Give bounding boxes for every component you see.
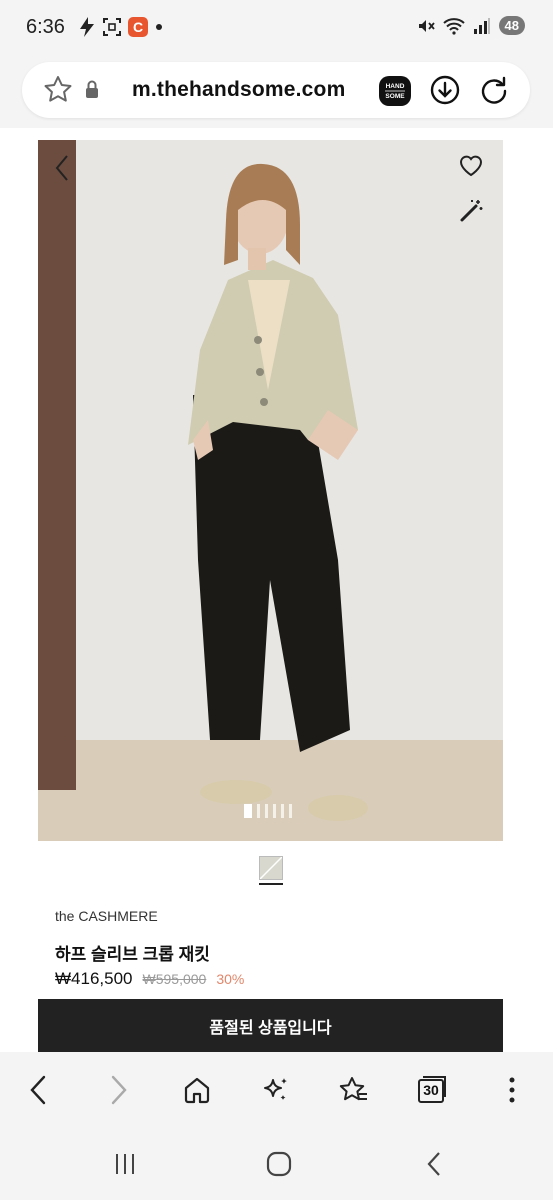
battery-icon: 48 [498, 16, 525, 35]
product-name: 하프 슬리브 크롭 재킷 [55, 945, 210, 964]
pagination-dot[interactable] [289, 804, 292, 818]
svg-text:SOME: SOME [385, 93, 405, 100]
android-nav-bar [0, 1126, 553, 1200]
nav-back-button[interactable] [414, 1148, 454, 1180]
screenshot-icon [103, 18, 121, 36]
chevron-right-icon [111, 1075, 127, 1105]
tabs-button[interactable]: 30 [414, 1072, 450, 1108]
flash-icon [80, 17, 94, 37]
lock-icon [84, 80, 100, 100]
tabs-count: 30 [423, 1082, 439, 1098]
c-app-icon: C [128, 17, 148, 37]
status-right-icons: 48 [417, 16, 525, 35]
status-time: 6:36 [26, 16, 65, 38]
brand-name[interactable]: the CASHMERE [55, 908, 158, 924]
more-vertical-icon [509, 1077, 515, 1103]
nav-home-icon [266, 1151, 292, 1177]
recents-button[interactable] [105, 1148, 145, 1180]
product-photo [38, 140, 503, 841]
home-button[interactable] [179, 1072, 215, 1108]
browser-toolbar: 30 [0, 1052, 553, 1126]
bookmarks-star-icon [339, 1077, 367, 1101]
web-content: the CASHMERE 하프 슬리브 크롭 재킷 ₩416,500 ₩595,… [0, 128, 553, 1052]
nav-back-icon [427, 1152, 440, 1176]
bookmarks-button[interactable] [336, 1072, 372, 1108]
forward-button[interactable] [101, 1072, 137, 1108]
mute-icon [418, 19, 435, 32]
magic-wand-icon[interactable] [458, 198, 484, 229]
menu-button[interactable] [494, 1072, 530, 1108]
product-image[interactable] [38, 140, 503, 841]
swatch-selected-indicator [259, 883, 283, 885]
sparkle-icon [264, 1078, 287, 1100]
pagination-dot[interactable] [281, 804, 284, 818]
status-bar: 6:36 C 48 [0, 0, 553, 58]
assistant-button[interactable] [258, 1072, 294, 1108]
back-button[interactable] [20, 1072, 56, 1108]
url-text[interactable]: m.thehandsome.com [132, 78, 345, 102]
chevron-left-icon [30, 1075, 46, 1105]
wishlist-heart-icon[interactable] [458, 154, 484, 183]
wifi-icon [442, 17, 465, 35]
download-icon[interactable] [429, 74, 461, 106]
svg-text:HAND: HAND [386, 83, 405, 90]
product-card: the CASHMERE 하프 슬리브 크롭 재킷 ₩416,500 ₩595,… [38, 128, 503, 1052]
color-swatch[interactable] [259, 856, 283, 880]
signal-icon [473, 17, 490, 34]
back-arrow-icon[interactable] [54, 154, 70, 187]
recents-icon [116, 1154, 134, 1174]
nav-home-button[interactable] [259, 1148, 299, 1180]
home-icon [184, 1077, 210, 1104]
site-logo-icon[interactable]: HAND SOME [378, 75, 412, 107]
price-row: ₩416,500 ₩595,000 30% [55, 969, 244, 989]
image-pagination[interactable] [244, 804, 292, 818]
reload-icon[interactable] [478, 74, 510, 106]
pagination-dot[interactable] [257, 804, 260, 818]
soldout-button[interactable]: 품절된 상품입니다 [38, 999, 503, 1052]
original-price: ₩595,000 [142, 971, 207, 987]
pagination-dot[interactable] [265, 804, 268, 818]
current-price: ₩416,500 [55, 969, 133, 988]
url-bar[interactable]: m.thehandsome.com HAND SOME [22, 62, 530, 118]
status-left-icons: C [78, 16, 164, 38]
dot-icon [156, 24, 162, 30]
bookmark-star-icon[interactable] [42, 74, 74, 106]
pagination-dot[interactable] [273, 804, 276, 818]
discount-rate: 30% [216, 971, 245, 987]
pagination-dot[interactable] [244, 804, 252, 818]
